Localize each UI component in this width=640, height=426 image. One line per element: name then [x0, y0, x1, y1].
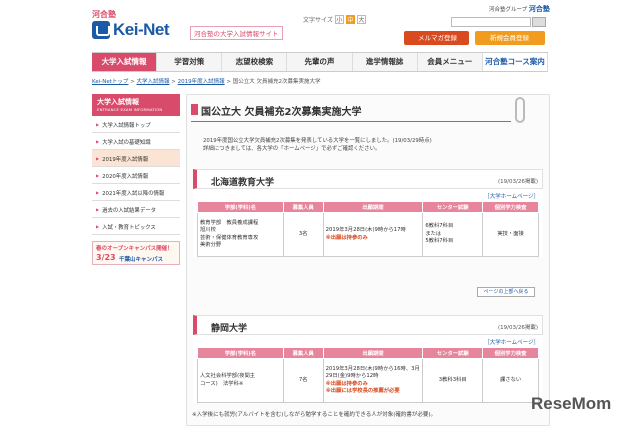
sidebar-header: 大学入試情報 ENTRANCE EXAM INFORMATION [92, 94, 180, 116]
recruitment-table: 学部(学科)名 募集人員 出願期間 センター試験 個別学力検査 人文社会科学部(… [197, 347, 539, 403]
page-top-button[interactable]: ページの上部へ戻る [477, 287, 535, 297]
university-header: 静岡大学 (19/03/26掲載) [193, 315, 543, 335]
col-period: 出願期間 [322, 347, 424, 359]
group-label: 河合塾グループ 河合塾 [489, 5, 550, 13]
breadcrumb-current: 国公立大 欠員補充2次募集実施大学 [232, 79, 321, 85]
posted-date: (19/03/26掲載) [498, 179, 538, 185]
breadcrumb-top[interactable]: Kei-Netトップ [92, 79, 128, 85]
search-button[interactable] [532, 17, 546, 27]
nav-senpai-voice[interactable]: 先輩の声 [287, 53, 353, 71]
group-brand[interactable]: 河合塾 [529, 5, 550, 13]
breadcrumb-2019[interactable]: 2019年度入試情報 [178, 79, 225, 85]
university-homepage-link[interactable]: ［大学ホームページ］ [193, 335, 543, 347]
logo-subtitle: 河合塾の大学入試情報サイト [190, 26, 283, 40]
center-cell: 3教科3科目 [422, 358, 484, 403]
kei-net-logo[interactable]: Kei-Net [92, 20, 170, 40]
kawaijuku-label: 河合塾 [92, 10, 116, 19]
sidebar-item-topics[interactable]: 入試・教育トピックス [92, 218, 180, 235]
footnote: ※入学後にも就労(アルバイトを含む)しながら勉学することを確約できる人が対象(確… [192, 412, 437, 418]
sidebar-item-top[interactable]: 大学入試情報トップ [92, 116, 180, 133]
quota-cell: 7名 [282, 358, 324, 403]
table-row: 人文社会科学部(夜間主 コース) 法学科※ 7名 2019年3月28日(木)9時… [197, 358, 539, 403]
title-underline [191, 121, 511, 122]
exam-cell: 実技・面接 [482, 212, 539, 257]
center-cell: 6教科7科目 または 5教科7科目 [422, 212, 484, 257]
search-input[interactable] [451, 17, 531, 27]
kei-net-logo-icon [92, 21, 110, 39]
faculty-cell: 人文社会科学部(夜間主 コース) 法学科※ [197, 358, 284, 403]
site-header: 河合塾 Kei-Net 河合塾の大学入試情報サイト 文字サイズ 小 中 大 河合… [0, 0, 640, 50]
col-period: 出願期間 [322, 201, 424, 213]
nav-member-menu[interactable]: 会員メニュー [418, 53, 483, 71]
font-size-large-button[interactable]: 大 [356, 15, 366, 24]
col-exam: 個別学力検査 [482, 347, 539, 359]
col-quota: 募集人員 [282, 347, 324, 359]
university-header: 北海道教育大学 (19/03/26掲載) [193, 169, 543, 189]
sidebar-item-basics[interactable]: 大学入試の基礎知識 [92, 133, 180, 150]
university-name: 北海道教育大学 [211, 178, 275, 188]
col-exam: 個別学力検査 [482, 201, 539, 213]
nav-entrance-exam[interactable]: 大学入試情報 [92, 53, 158, 71]
sidebar-item-2021[interactable]: 2021年度入試以降の情報 [92, 184, 180, 201]
faculty-cell: 教育学部 教員養成課程 旭川校 芸術・保健体育教育専攻 美術分野 [197, 212, 284, 257]
university-name: 静岡大学 [211, 324, 248, 334]
posted-date: (19/03/26掲載) [498, 325, 538, 331]
nav-course-guide[interactable]: 河合塾コース案内 [482, 53, 548, 71]
university-block: 静岡大学 (19/03/26掲載) ［大学ホームページ］ 学部(学科)名 募集人… [193, 315, 543, 403]
nav-study[interactable]: 学習対策 [157, 53, 223, 71]
university-homepage-link[interactable]: ［大学ホームページ］ [193, 189, 543, 201]
recruitment-table: 学部(学科)名 募集人員 出願期間 センター試験 個別学力検査 教育学部 教員養… [197, 201, 539, 257]
quota-cell: 3名 [282, 212, 324, 257]
breadcrumb-exam[interactable]: 大学入試情報 [137, 79, 170, 85]
period-cell: 2019年3月28日(木)9時から16時、3月29日(金)9時から12時 ※出願… [322, 358, 424, 403]
resemom-watermark: ReseMom [531, 394, 612, 413]
col-center: センター試験 [422, 347, 484, 359]
mail-magazine-button[interactable]: メルマガ登録 [404, 31, 469, 45]
font-size-label: 文字サイズ [303, 17, 333, 24]
banner-date: 3/23 [96, 253, 116, 262]
col-center: センター試験 [422, 201, 484, 213]
period-cell: 2019年3月28日(木)9時から17時 ※出願は持参のみ [322, 212, 424, 257]
sidebar-title: 大学入試情報 [97, 98, 139, 106]
paperclip-icon [515, 97, 525, 123]
nav-school-search[interactable]: 志望校検索 [222, 53, 288, 71]
col-faculty: 学部(学科)名 [197, 201, 284, 213]
sidebar-item-2019[interactable]: 2019年度入試情報 [92, 150, 180, 167]
intro-text: 2019年度国公立大学欠員補充2次募集を発表している大学を一覧にしました。(19… [203, 138, 432, 152]
title-marker [191, 104, 198, 115]
nav-magazine[interactable]: 進学情報誌 [353, 53, 418, 71]
main-content: 国公立大 欠員補充2次募集実施大学 2019年度国公立大学欠員補充2次募集を発表… [186, 94, 550, 426]
banner-campus: 千葉山キャンパス [119, 257, 164, 263]
global-nav: 大学入試情報 学習対策 志望校検索 先輩の声 進学情報誌 会員メニュー 河合塾コ… [92, 52, 548, 72]
page-title: 国公立大 欠員補充2次募集実施大学 [201, 107, 362, 118]
banner-line1: 春のオープンキャンパス開催！ [96, 246, 173, 252]
col-quota: 募集人員 [282, 201, 324, 213]
logo-text: Kei-Net [113, 20, 170, 39]
open-campus-banner[interactable]: 春のオープンキャンパス開催！ 3/23 千葉山キャンパス [92, 241, 180, 265]
font-size-small-button[interactable]: 小 [334, 15, 344, 24]
sidebar-item-past-results[interactable]: 過去の入試結果データ [92, 201, 180, 218]
sidebar-subtitle: ENTRANCE EXAM INFORMATION [97, 107, 163, 112]
register-button[interactable]: 新規会員登録 [475, 31, 545, 45]
font-size-switcher: 文字サイズ 小 中 大 [303, 15, 366, 24]
breadcrumb: Kei-Netトップ > 大学入試情報 > 2019年度入試情報 > 国公立大 … [92, 79, 321, 85]
sidebar-item-2020[interactable]: 2020年度入試情報 [92, 167, 180, 184]
col-faculty: 学部(学科)名 [197, 347, 284, 359]
table-row: 教育学部 教員養成課程 旭川校 芸術・保健体育教育専攻 美術分野 3名 2019… [197, 212, 539, 257]
university-block: 北海道教育大学 (19/03/26掲載) ［大学ホームページ］ 学部(学科)名 … [193, 169, 543, 257]
sidebar: 大学入試情報 ENTRANCE EXAM INFORMATION 大学入試情報ト… [92, 94, 180, 265]
font-size-medium-button[interactable]: 中 [345, 15, 355, 24]
